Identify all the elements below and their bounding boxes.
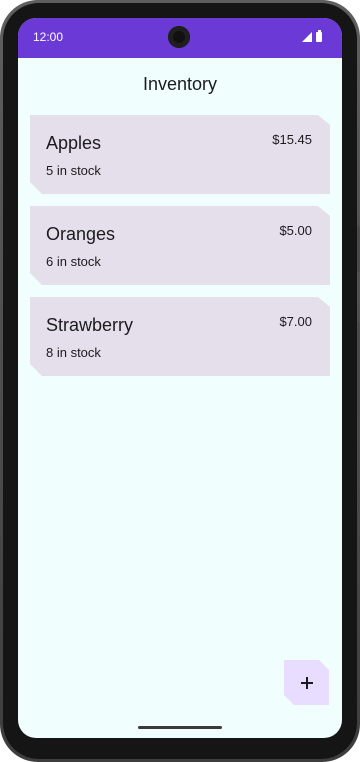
device-frame: 12:00 Inventory Apples $15.45 5 in stock… xyxy=(0,0,360,762)
item-stock: 6 in stock xyxy=(46,254,101,269)
front-camera xyxy=(168,26,190,48)
item-stock: 8 in stock xyxy=(46,345,101,360)
battery-icon xyxy=(316,30,322,42)
page-title: Inventory xyxy=(142,74,218,94)
signal-icon xyxy=(302,32,312,42)
item-price: $5.00 xyxy=(279,223,312,238)
inventory-list: Apples $15.45 5 in stock Oranges $5.00 6… xyxy=(30,115,330,388)
plus-icon xyxy=(300,676,313,689)
item-stock: 5 in stock xyxy=(46,163,101,178)
screen: 12:00 Inventory Apples $15.45 5 in stock… xyxy=(18,18,342,738)
item-name: Apples xyxy=(46,133,102,153)
item-price: $15.45 xyxy=(272,132,312,147)
item-name: Strawberry xyxy=(46,315,134,335)
status-bar: 12:00 xyxy=(18,18,342,58)
inventory-item-card[interactable]: Apples $15.45 5 in stock xyxy=(30,115,330,194)
item-price: $7.00 xyxy=(279,314,312,329)
inventory-item-card[interactable]: Strawberry $7.00 8 in stock xyxy=(30,297,330,376)
add-item-button[interactable] xyxy=(284,660,329,705)
status-icons xyxy=(302,30,322,42)
gesture-nav-handle[interactable] xyxy=(138,726,222,729)
inventory-item-card[interactable]: Oranges $5.00 6 in stock xyxy=(30,206,330,285)
item-name: Oranges xyxy=(46,224,116,244)
status-time: 12:00 xyxy=(33,30,64,44)
